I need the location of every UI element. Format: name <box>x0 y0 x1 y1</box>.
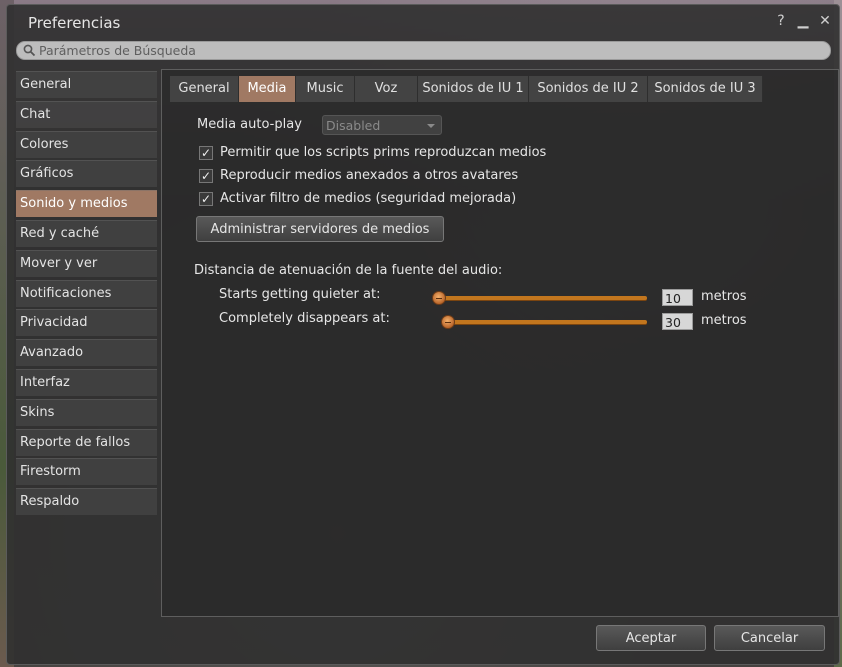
checkbox-1[interactable]: ✓ <box>199 146 213 160</box>
slider-track-1[interactable] <box>435 296 647 300</box>
slider-unit-1: metros <box>701 289 747 304</box>
checkbox-label-2: Reproducir medios anexados a otros avata… <box>220 168 519 183</box>
media-autoplay-dropdown[interactable]: Disabled <box>322 115 442 135</box>
checkmark-icon: ✓ <box>200 192 212 206</box>
close-icon[interactable]: ✕ <box>817 13 833 29</box>
sidebar-item-reporte-de-fallos[interactable]: Reporte de fallos <box>16 428 157 456</box>
preferences-window: Preferencias ? ▁ ✕ GeneralChatColoresGrá… <box>6 4 840 665</box>
tab-sonidos-de-iu-3[interactable]: Sonidos de IU 3 <box>648 76 763 102</box>
slider-unit-2: metros <box>701 313 747 328</box>
title-bar-controls: ? ▁ ✕ <box>773 13 833 29</box>
slider-label-1: Starts getting quieter at: <box>219 287 381 302</box>
sidebar-item-interfaz[interactable]: Interfaz <box>16 368 157 396</box>
checkbox-label-1: Permitir que los scripts prims reproduzc… <box>220 145 547 160</box>
window-title: Preferencias <box>28 14 121 32</box>
media-autoplay-value: Disabled <box>326 118 381 133</box>
sidebar-item-respaldo[interactable]: Respaldo <box>16 488 157 516</box>
sidebar-item-sonido-y-medios[interactable]: Sonido y medios <box>16 190 157 218</box>
settings-panel: General Media Music Voz Sonidos de IU 1 Sonid… <box>161 69 839 617</box>
slider-track-2[interactable] <box>444 320 647 324</box>
cancel-button[interactable]: Cancelar <box>714 625 825 651</box>
checkmark-icon: ✓ <box>200 169 212 183</box>
media-autoplay-label: Media auto-play <box>197 117 302 132</box>
sidebar-item-notificaciones[interactable]: Notificaciones <box>16 279 157 307</box>
attenuation-label: Distancia de atenuación de la fuente del… <box>194 263 503 278</box>
tab-media[interactable]: Media <box>239 76 296 102</box>
tab-voz[interactable]: Voz <box>355 76 418 102</box>
sidebar-item-firestorm[interactable]: Firestorm <box>16 458 157 486</box>
search-icon <box>23 44 36 57</box>
tab-sonidos-de-iu-2[interactable]: Sonidos de IU 2 <box>529 76 648 102</box>
chevron-down-icon <box>427 124 435 128</box>
search-box <box>16 41 831 60</box>
checkbox-2[interactable]: ✓ <box>199 169 213 183</box>
sidebar-item-privacidad[interactable]: Privacidad <box>16 309 157 337</box>
manage-media-servers-button[interactable]: Administrar servidores de medios <box>196 216 444 242</box>
sidebar-item-graficos[interactable]: Gráficos <box>16 160 157 188</box>
slider-value-input-2[interactable]: 30 <box>662 313 693 330</box>
minimize-icon[interactable]: ▁ <box>795 13 811 29</box>
title-bar[interactable]: Preferencias ? ▁ ✕ <box>7 5 839 39</box>
category-sidebar: General Chat Colores Gráficos Sonido y medio… <box>16 71 157 518</box>
checkbox-label-3: Activar filtro de medios (seguridad mejo… <box>220 191 517 206</box>
tab-music[interactable]: Music <box>296 76 355 102</box>
sidebar-item-avanzado[interactable]: Avanzado <box>16 339 157 367</box>
tab-bar: General Media Music Voz Sonidos de IU 1 Sonid… <box>170 76 763 102</box>
search-input[interactable] <box>39 42 819 59</box>
sidebar-item-chat[interactable]: Chat <box>16 100 157 128</box>
sidebar-item-red-y-cache[interactable]: Red y caché <box>16 219 157 247</box>
sidebar-item-skins[interactable]: Skins <box>16 398 157 426</box>
sidebar-item-general[interactable]: General <box>16 71 157 98</box>
slider-handle-2[interactable] <box>441 315 455 329</box>
checkmark-icon: ✓ <box>200 146 212 160</box>
sidebar-item-mover-y-ver[interactable]: Mover y ver <box>16 249 157 277</box>
checkbox-3[interactable]: ✓ <box>199 192 213 206</box>
accept-button[interactable]: Aceptar <box>596 625 706 651</box>
sidebar-item-colores[interactable]: Colores <box>16 130 157 158</box>
slider-value-input-1[interactable]: 10 <box>662 289 693 306</box>
slider-label-2: Completely disappears at: <box>219 311 390 326</box>
help-icon[interactable]: ? <box>773 13 789 29</box>
slider-handle-1[interactable] <box>432 291 446 305</box>
tab-sonidos-de-iu-1[interactable]: Sonidos de IU 1 <box>418 76 529 102</box>
tab-general[interactable]: General <box>170 76 239 102</box>
